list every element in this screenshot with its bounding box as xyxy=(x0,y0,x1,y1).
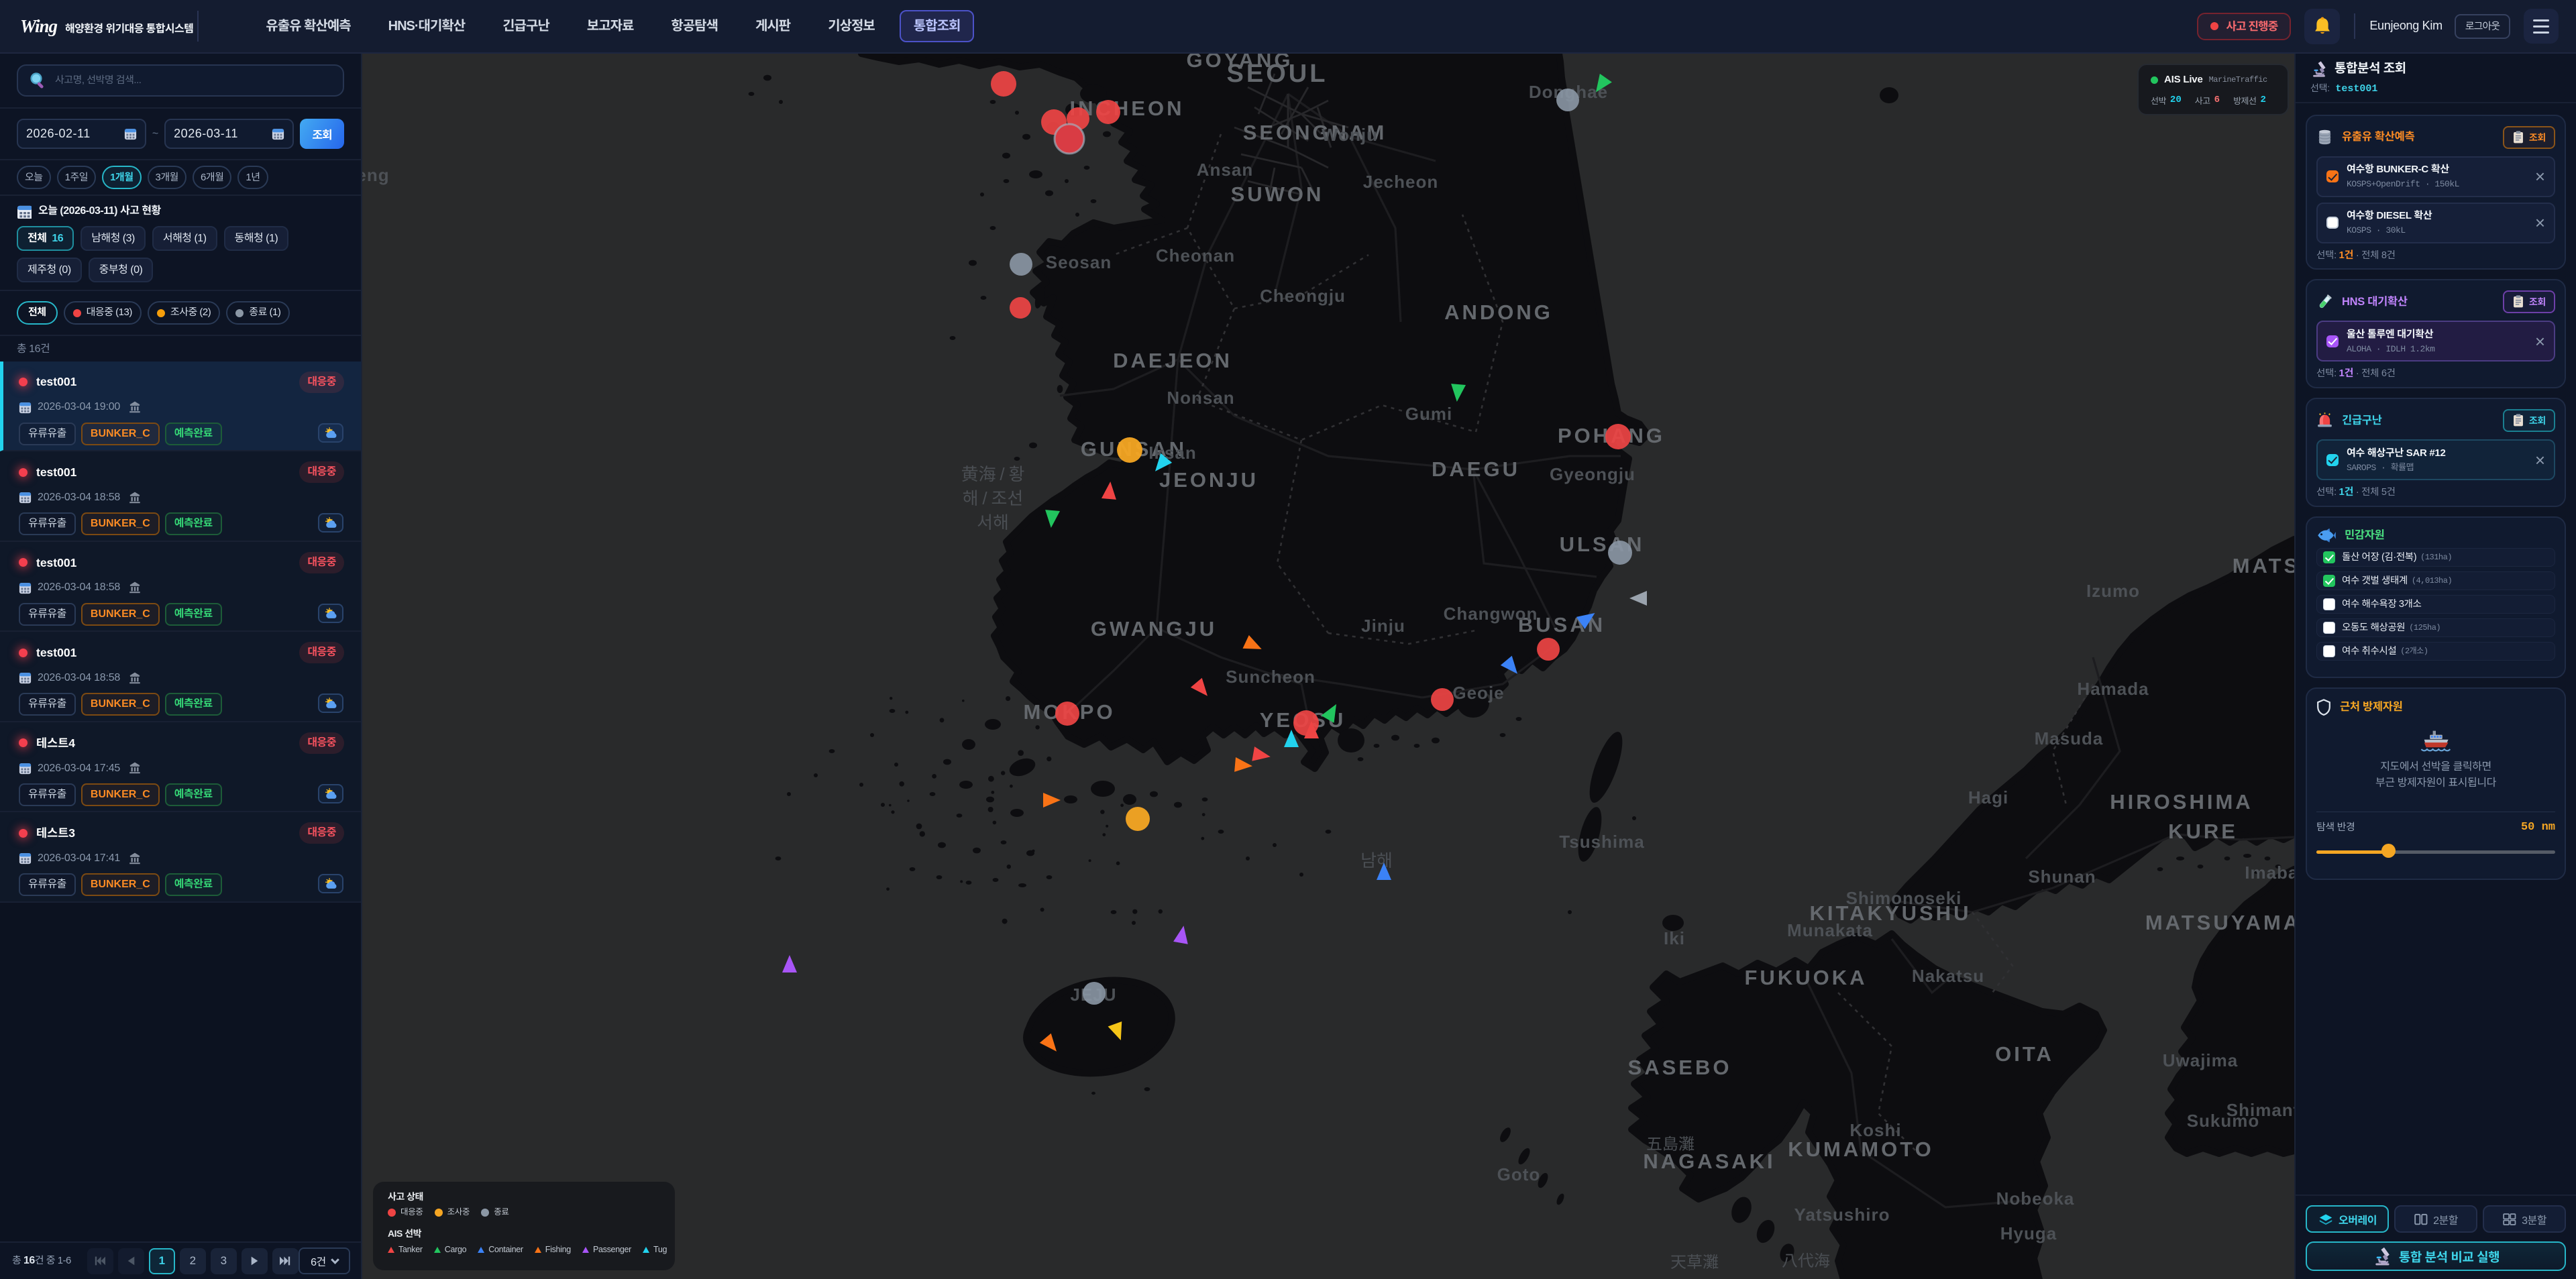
svg-text:Ansan: Ansan xyxy=(1197,160,1253,180)
svg-text:Hyuga: Hyuga xyxy=(2000,1223,2057,1243)
svg-text:KURE: KURE xyxy=(2168,820,2238,843)
svg-text:HIROSHIMA: HIROSHIMA xyxy=(2110,790,2253,814)
svg-text:Yatsushiro: Yatsushiro xyxy=(1794,1205,1890,1225)
svg-text:SUWON: SUWON xyxy=(1231,182,1324,206)
svg-text:DAEJEON: DAEJEON xyxy=(1113,349,1232,372)
svg-text:Gyeongju: Gyeongju xyxy=(1550,464,1635,484)
svg-text:黄海 / 황: 黄海 / 황 xyxy=(961,461,1025,486)
svg-text:Tsushima: Tsushima xyxy=(1559,832,1644,852)
svg-text:Gumi: Gumi xyxy=(1405,404,1452,424)
svg-text:OITA: OITA xyxy=(1995,1042,2054,1066)
svg-text:Suncheon: Suncheon xyxy=(1226,667,1316,687)
svg-text:Hamada: Hamada xyxy=(2077,679,2149,699)
svg-text:Iksan: Iksan xyxy=(1148,443,1197,463)
svg-text:KUMAMOTO: KUMAMOTO xyxy=(1788,1137,1933,1161)
svg-text:Imabari: Imabari xyxy=(2245,863,2294,883)
svg-text:Nobeoka: Nobeoka xyxy=(1996,1188,2075,1209)
svg-text:Shunan: Shunan xyxy=(2028,867,2096,887)
svg-text:서해: 서해 xyxy=(977,509,1009,534)
svg-text:MATSUE: MATSUE xyxy=(2233,554,2294,577)
svg-text:ANDONG: ANDONG xyxy=(1444,300,1553,324)
svg-text:Iki: Iki xyxy=(1664,928,1685,948)
svg-text:Changwon: Changwon xyxy=(1444,604,1538,624)
svg-text:Masuda: Masuda xyxy=(2035,728,2104,748)
svg-text:Sukumo: Sukumo xyxy=(2187,1111,2260,1131)
svg-text:Uwajima: Uwajima xyxy=(2163,1050,2239,1070)
svg-text:DAEGU: DAEGU xyxy=(1432,457,1520,481)
svg-text:Munakata: Munakata xyxy=(1787,920,1873,940)
svg-text:Cheonan: Cheonan xyxy=(1156,245,1235,266)
svg-text:해 / 조선: 해 / 조선 xyxy=(963,485,1024,510)
svg-text:Jinju: Jinju xyxy=(1361,616,1405,636)
svg-text:Seosan: Seosan xyxy=(1046,252,1112,272)
svg-text:GWANGJU: GWANGJU xyxy=(1091,617,1217,641)
svg-text:八代海: 八代海 xyxy=(1782,1247,1830,1271)
svg-text:Wonju: Wonju xyxy=(1322,125,1378,145)
svg-text:Geoje: Geoje xyxy=(1452,683,1504,703)
svg-text:天草灘: 天草灘 xyxy=(1670,1249,1719,1272)
svg-text:남해: 남해 xyxy=(1360,847,1393,872)
svg-text:JEONJU: JEONJU xyxy=(1159,468,1258,492)
svg-text:Nakatsu: Nakatsu xyxy=(1912,966,1984,986)
svg-text:SASEBO: SASEBO xyxy=(1628,1056,1732,1079)
svg-text:Jecheon: Jecheon xyxy=(1363,172,1439,192)
svg-text:Koshi: Koshi xyxy=(1849,1120,1901,1140)
svg-text:SEOUL: SEOUL xyxy=(1227,60,1328,88)
svg-text:MATSUYAMA: MATSUYAMA xyxy=(2145,911,2294,934)
svg-text:Shimonoseki: Shimonoseki xyxy=(1846,888,1962,908)
svg-text:Hagi: Hagi xyxy=(1968,787,2008,808)
svg-text:Izumo: Izumo xyxy=(2086,581,2140,601)
svg-text:Cheongju: Cheongju xyxy=(1260,286,1346,306)
svg-text:Goto: Goto xyxy=(1497,1164,1541,1184)
svg-text:FUKUOKA: FUKUOKA xyxy=(1745,966,1868,989)
svg-text:Nonsan: Nonsan xyxy=(1167,388,1234,408)
svg-text:eng: eng xyxy=(362,165,390,185)
svg-text:五島灘: 五島灘 xyxy=(1646,1131,1695,1154)
